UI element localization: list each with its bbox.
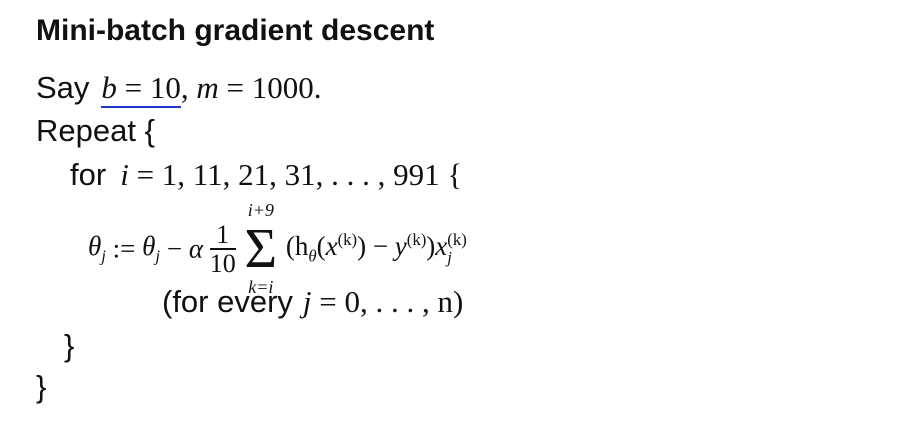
i-var: i xyxy=(120,157,129,192)
outer-close-brace: } xyxy=(36,369,47,404)
m-value: 1000 xyxy=(251,70,314,105)
inner-close-brace: } xyxy=(64,328,75,363)
for-math: i = 1, 11, 21, 31, . . . , 991 { xyxy=(120,157,463,192)
for-label: for xyxy=(70,157,107,192)
every-math: j = 0, . . . , n) xyxy=(302,284,464,319)
sum-term: (hθ(x(k)) − y(k))x (k) j xyxy=(285,229,467,268)
b-underline: b = 10 xyxy=(101,70,181,108)
m-var: m xyxy=(196,70,219,105)
alpha: α xyxy=(188,233,203,264)
for-brace: { xyxy=(447,157,463,192)
for-values: 1, 11, 21, 31, . . . , 991 xyxy=(161,157,440,192)
say-math: b = 10, m = 1000. xyxy=(101,70,322,108)
page-title: Mini-batch gradient descent xyxy=(36,14,435,47)
every-label: (for every xyxy=(162,284,293,319)
for-line: for i = 1, 11, 21, 31, . . . , 991 { xyxy=(70,157,462,193)
repeat-line: Repeat { xyxy=(36,113,155,148)
b-value: 10 xyxy=(149,70,181,105)
b-var: b xyxy=(101,70,117,105)
say-label: Say xyxy=(36,70,90,105)
every-line: (for every j = 0, . . . , n) xyxy=(162,284,463,320)
say-line: Say b = 10, m = 1000. xyxy=(36,70,322,108)
fraction: 1 10 xyxy=(209,219,236,278)
